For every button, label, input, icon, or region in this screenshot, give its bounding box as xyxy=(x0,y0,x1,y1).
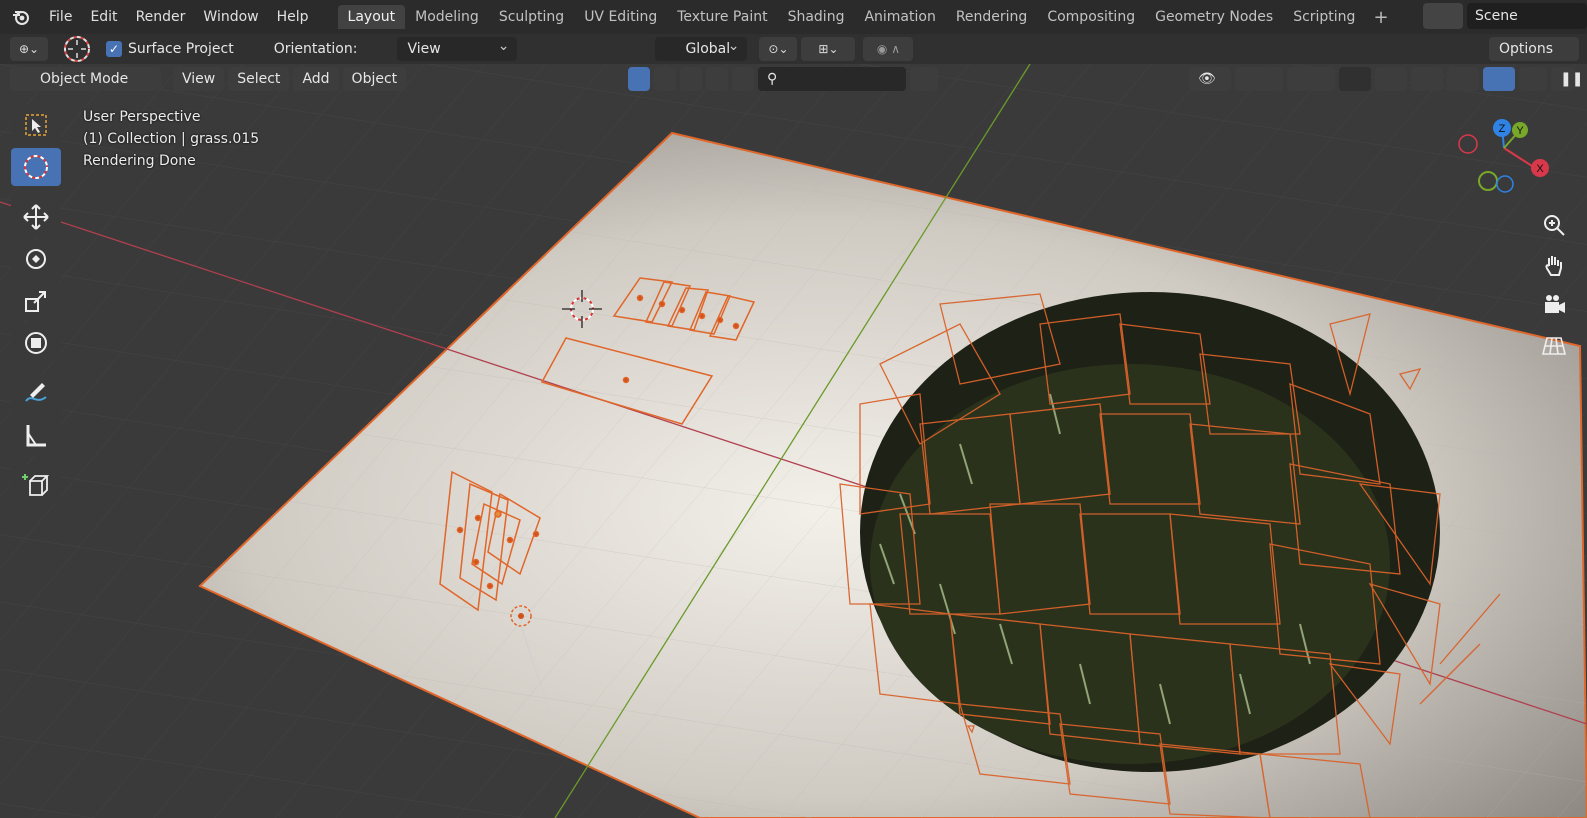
move-tool-icon[interactable] xyxy=(11,198,61,236)
3d-viewport[interactable] xyxy=(0,64,1587,818)
particles-icon[interactable] xyxy=(680,67,702,91)
tab-modeling[interactable]: Modeling xyxy=(405,5,489,29)
viewport-header: Object Mode View Select Add Object ⚲ 👁 ❚… xyxy=(0,64,1587,94)
rotate-tool-icon[interactable] xyxy=(11,240,61,278)
mode-dropdown[interactable]: Object Mode xyxy=(10,67,161,91)
menu-file[interactable]: File xyxy=(40,5,81,29)
z-axis-label: Z xyxy=(1499,123,1506,135)
surface-project-checkbox[interactable]: ✓ xyxy=(106,41,122,57)
filter-chevron-icon[interactable] xyxy=(910,67,938,91)
viewport-scene xyxy=(0,64,1587,818)
snapping-icon[interactable]: ⊞⌄ xyxy=(801,37,856,61)
menu-help[interactable]: Help xyxy=(268,5,318,29)
tool-shelf xyxy=(10,106,62,504)
tab-texture-paint[interactable]: Texture Paint xyxy=(667,5,777,29)
x-axis-label: X xyxy=(1536,163,1544,175)
material-icon[interactable] xyxy=(654,67,676,91)
orientation-label: Orientation: xyxy=(273,41,358,57)
orientation-dropdown[interactable]: View xyxy=(397,34,518,61)
menu-edit[interactable]: Edit xyxy=(81,5,126,29)
proportional-editing-icon[interactable]: ◉ ∧ xyxy=(863,37,914,61)
zoom-icon[interactable] xyxy=(1537,210,1571,240)
tab-scripting[interactable]: Scripting xyxy=(1283,5,1365,29)
add-cube-tool-icon[interactable] xyxy=(11,466,61,504)
render-status-label: Rendering Done xyxy=(83,153,196,169)
material-shading-icon[interactable] xyxy=(1447,67,1479,91)
scene-selector: Scene xyxy=(1423,3,1587,29)
scale-tool-icon[interactable] xyxy=(11,282,61,320)
object-menu[interactable]: Object xyxy=(342,67,407,91)
tab-rendering[interactable]: Rendering xyxy=(946,5,1038,29)
active-object-label: (1) Collection | grass.015 xyxy=(83,131,260,147)
select-box-icon[interactable] xyxy=(628,67,650,91)
menu-window[interactable]: Window xyxy=(194,5,267,29)
search-field[interactable]: ⚲ xyxy=(758,67,906,91)
pause-render-icon[interactable]: ❚❚ xyxy=(1551,67,1583,91)
top-bar: File Edit Render Window Help Layout Mode… xyxy=(0,0,1587,34)
xray-icon[interactable] xyxy=(1339,67,1371,91)
workspace-tabs: Layout Modeling Sculpting UV Editing Tex… xyxy=(337,4,1397,30)
tab-animation[interactable]: Animation xyxy=(854,5,945,29)
menu-render[interactable]: Render xyxy=(127,5,195,29)
select-box-tool-icon[interactable] xyxy=(11,106,61,144)
add-menu[interactable]: Add xyxy=(293,67,339,91)
add-workspace-icon[interactable]: + xyxy=(1365,7,1396,28)
overlays-toggle-icon[interactable] xyxy=(1287,67,1335,91)
cursor-tool-icon[interactable] xyxy=(11,148,61,186)
neg-x-axis-icon[interactable] xyxy=(1458,134,1478,154)
y-axis-label: Y xyxy=(1516,125,1524,137)
view-menu[interactable]: View xyxy=(173,67,225,91)
measure-tool-icon[interactable] xyxy=(11,416,61,454)
solid-shading-icon[interactable] xyxy=(1411,67,1443,91)
gizmo-toggle-icon[interactable] xyxy=(1235,67,1283,91)
shading-controls: 👁 ❚❚ xyxy=(1185,67,1583,91)
camera-view-icon[interactable] xyxy=(1537,290,1571,320)
tab-sculpting[interactable]: Sculpting xyxy=(489,5,574,29)
navigation-gizmo[interactable]: X Z Y xyxy=(1450,108,1560,203)
tab-layout[interactable]: Layout xyxy=(337,5,406,29)
visibility-icon[interactable]: 👁 xyxy=(1189,67,1231,91)
options-dropdown[interactable]: Options xyxy=(1488,37,1579,61)
perspective-toggle-icon[interactable] xyxy=(1537,330,1571,360)
annotate-tool-icon[interactable] xyxy=(11,374,61,412)
neg-y-axis-icon[interactable] xyxy=(1478,171,1498,191)
viewport-nav-buttons xyxy=(1537,210,1571,360)
main-menu: File Edit Render Window Help xyxy=(40,5,318,29)
cursor-tool-icon[interactable] xyxy=(62,34,92,64)
selectability-filters: ⚲ xyxy=(624,67,938,91)
scene-name-field[interactable]: Scene xyxy=(1467,3,1587,29)
shading-options-icon[interactable] xyxy=(1519,67,1547,91)
tab-geometry-nodes[interactable]: Geometry Nodes xyxy=(1145,5,1283,29)
tab-uv-editing[interactable]: UV Editing xyxy=(574,5,667,29)
tab-shading[interactable]: Shading xyxy=(778,5,855,29)
viewport-info: User Perspective (1) Collection | grass.… xyxy=(83,106,259,172)
transform-orientation-dropdown[interactable]: Global xyxy=(655,34,748,61)
brush-icon[interactable] xyxy=(732,67,754,91)
neg-z-axis-icon[interactable] xyxy=(1496,175,1514,193)
tool-settings-icon[interactable]: ⊕⌄ xyxy=(10,37,48,61)
scene-browse-icon[interactable] xyxy=(1423,3,1463,29)
pivot-point-icon[interactable]: ⊙⌄ xyxy=(759,37,798,61)
tool-header: ⊕⌄ ✓ Surface Project Orientation: View G… xyxy=(0,34,1587,64)
surface-project-label: Surface Project xyxy=(128,41,234,57)
world-icon[interactable] xyxy=(706,67,728,91)
tab-compositing[interactable]: Compositing xyxy=(1037,5,1145,29)
transform-tool-icon[interactable] xyxy=(11,324,61,362)
wireframe-shading-icon[interactable] xyxy=(1375,67,1407,91)
view-type-label: User Perspective xyxy=(83,109,201,125)
pan-hand-icon[interactable] xyxy=(1537,250,1571,280)
blender-logo-icon[interactable] xyxy=(8,4,34,30)
rendered-shading-icon[interactable] xyxy=(1483,67,1515,91)
select-menu[interactable]: Select xyxy=(228,67,290,91)
